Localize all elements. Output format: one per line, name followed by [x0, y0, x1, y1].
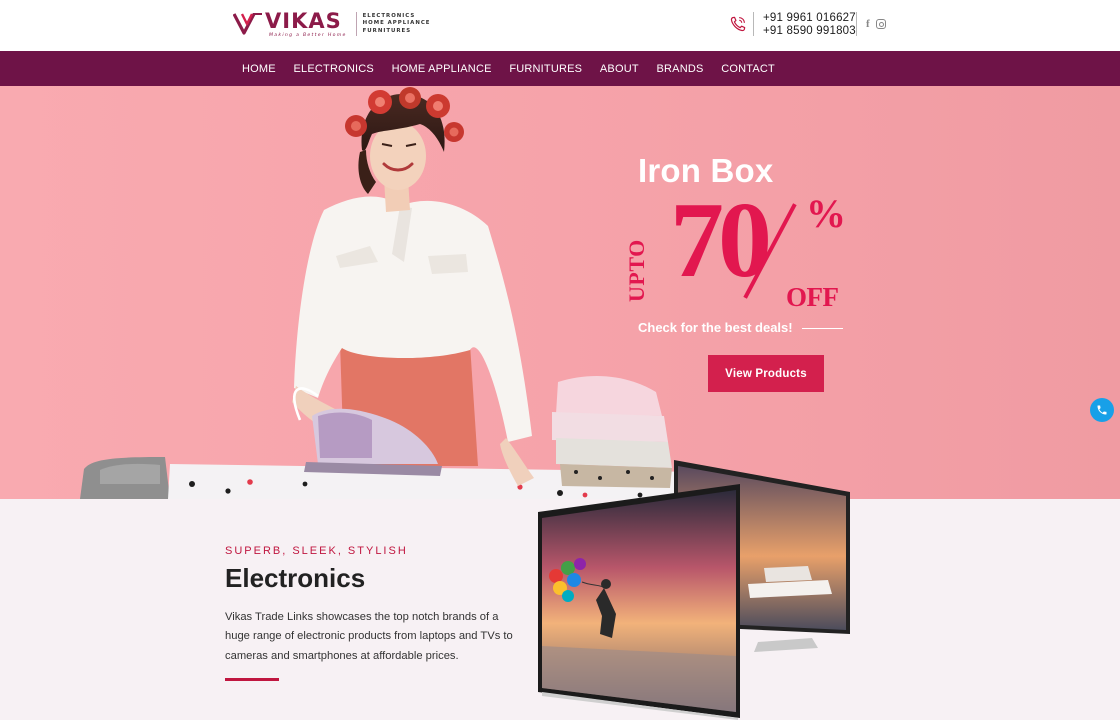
brand-tagline: Making a Better Home	[269, 33, 347, 38]
facebook-icon[interactable]: f	[866, 18, 870, 30]
header-divider	[856, 12, 857, 36]
instagram-icon[interactable]	[875, 19, 886, 29]
vikas-logo-icon	[233, 13, 262, 35]
site-logo[interactable]: VIKAS Making a Better Home ELECTRONICS H…	[233, 8, 430, 40]
section-eyebrow: SUPERB, SLEEK, STYLISH	[225, 545, 408, 557]
section-description: Vikas Trade Links showcases the top notc…	[225, 611, 513, 662]
hero-subtitle-line	[802, 328, 843, 329]
phone-number[interactable]: +91 8590 991803	[763, 25, 856, 38]
brand-category: ELECTRONICS	[362, 12, 416, 19]
header-divider	[753, 12, 754, 36]
nav-item-contact[interactable]: CONTACT	[721, 63, 775, 75]
brand-categories: ELECTRONICS HOME APPLIANCE FURNITURES	[363, 13, 431, 35]
nav-item-brands[interactable]: BRANDS	[656, 63, 703, 75]
nav-item-electronics[interactable]: ELECTRONICS	[294, 63, 374, 75]
social-links: f	[866, 18, 886, 30]
call-icon	[1097, 405, 1107, 415]
hero-upto-label: UPTO	[624, 239, 649, 302]
nav-item-home[interactable]: HOME	[242, 63, 276, 75]
section-title: Electronics	[225, 563, 366, 593]
nav-item-home-appliance[interactable]: HOME APPLIANCE	[392, 63, 492, 75]
nav-item-furnitures[interactable]: FURNITURES	[509, 63, 582, 75]
phone-icon[interactable]	[729, 15, 747, 33]
floating-call-button[interactable]	[1090, 398, 1114, 422]
view-products-button[interactable]: View Products	[708, 355, 824, 392]
hero-percent-sign: %	[806, 191, 846, 236]
phone-number[interactable]: +91 9961 016627	[763, 12, 856, 25]
tv-product-image	[538, 460, 850, 720]
phone-numbers: +91 9961 016627 +91 8590 991803	[763, 12, 856, 37]
hero-subtitle: Check for the best deals!	[638, 320, 793, 335]
brand-name: VIKAS	[265, 9, 342, 33]
main-nav: HOME ELECTRONICS HOME APPLIANCE FURNITUR…	[242, 51, 793, 86]
nav-item-about[interactable]: ABOUT	[600, 63, 639, 75]
hero-image	[80, 87, 700, 499]
hero-off-label: OFF	[786, 282, 839, 312]
section-accent-bar	[225, 678, 279, 681]
top-header: VIKAS Making a Better Home ELECTRONICS H…	[0, 0, 1120, 51]
brand-category: HOME APPLIANCE	[362, 20, 431, 27]
logo-divider	[355, 12, 357, 36]
hero-banner: Iron Box UPTO 70 % OFF Check for the bes…	[0, 86, 1120, 499]
main-nav-bar: HOME ELECTRONICS HOME APPLIANCE FURNITUR…	[0, 51, 1120, 86]
brand-category: FURNITURES	[362, 27, 412, 34]
